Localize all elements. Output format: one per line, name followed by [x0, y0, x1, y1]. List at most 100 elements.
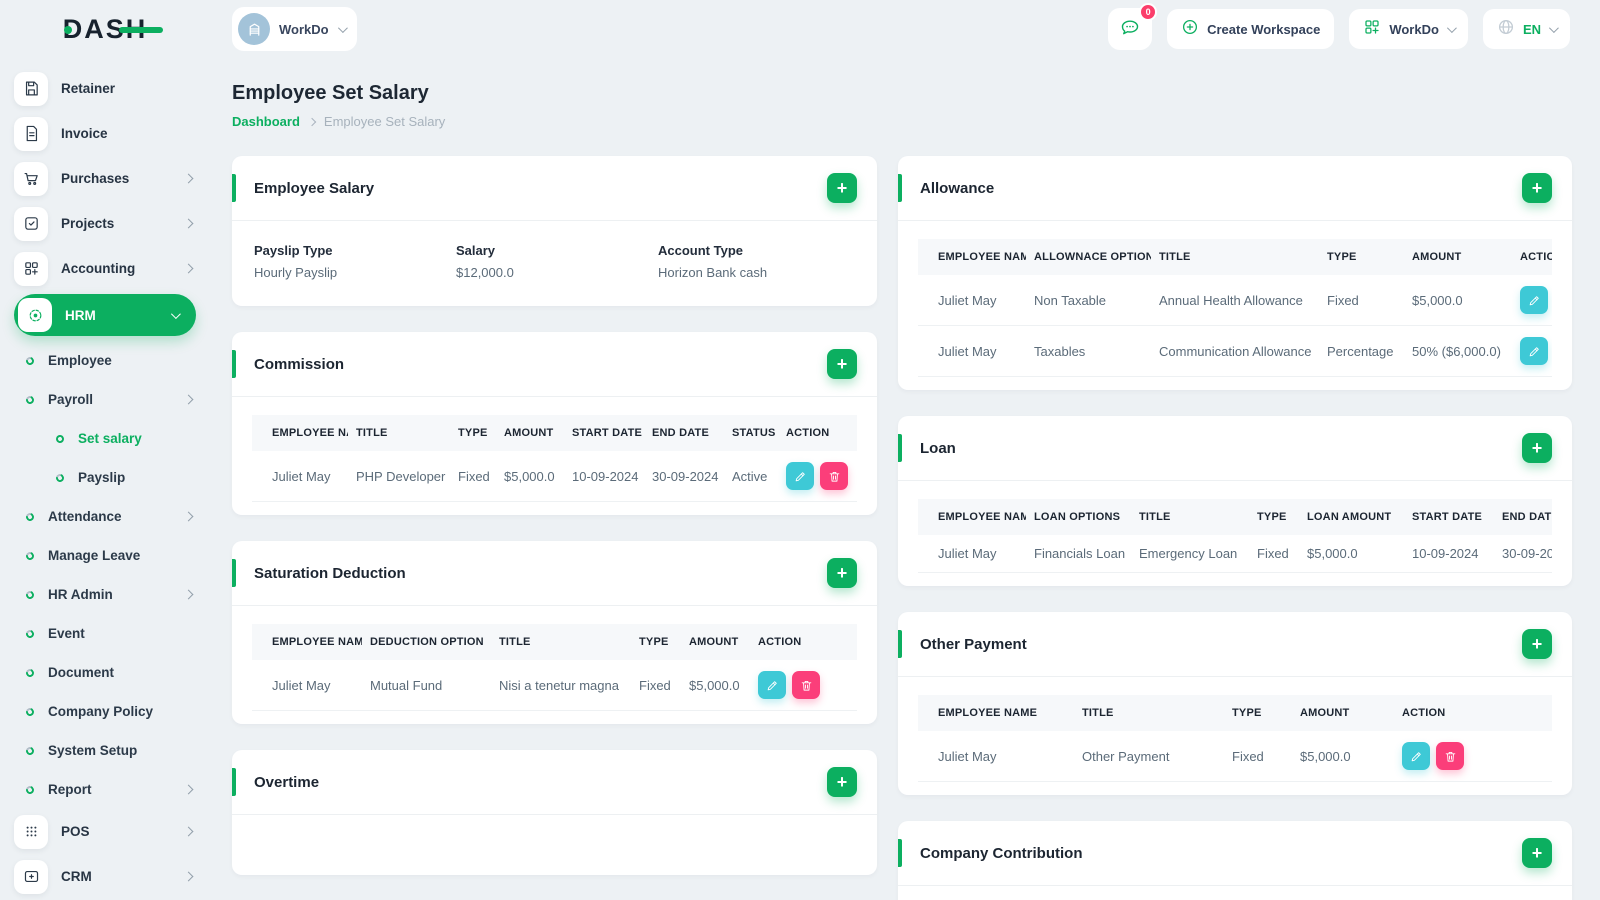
card-title: Other Payment	[920, 635, 1027, 653]
workspace-selector[interactable]: WorkDo	[232, 7, 357, 51]
globe-icon	[1497, 18, 1515, 41]
overtime-add-button[interactable]: +	[827, 767, 857, 797]
sidebar-item-payroll[interactable]: Payroll	[14, 380, 196, 419]
employee-salary-add-button[interactable]: +	[827, 173, 857, 203]
column-header-title: TITLE	[348, 415, 450, 451]
card-body	[232, 815, 877, 875]
create-workspace-button[interactable]: Create Workspace	[1167, 9, 1335, 49]
crm-icon	[14, 859, 48, 894]
sidebar-item-event[interactable]: Event	[14, 614, 196, 653]
column-header-end-date: END DATE	[644, 415, 724, 451]
sidebar-item-label: Employee	[48, 353, 112, 368]
sidebar-item-document[interactable]: Document	[14, 653, 196, 692]
table-row: Juliet May Mutual Fund Nisi a tenetur magn…	[252, 660, 857, 711]
chevron-down-icon	[337, 22, 348, 33]
workspace-switcher-button[interactable]: WorkDo	[1349, 9, 1468, 49]
delete-button[interactable]	[1436, 742, 1464, 770]
field-value: Hourly Payslip	[254, 265, 338, 280]
chevron-right-icon	[183, 784, 194, 795]
bullet-icon	[24, 745, 36, 756]
sidebar-item-retainer[interactable]: Retainer	[14, 66, 196, 111]
chevron-right-icon	[183, 173, 194, 184]
loan-add-button[interactable]: +	[1522, 433, 1552, 463]
sidebar-item-label: Attendance	[48, 509, 122, 524]
allowance-add-button[interactable]: +	[1522, 173, 1552, 203]
hrm-icon	[18, 298, 52, 332]
commission-add-button[interactable]: +	[827, 349, 857, 379]
column-header-type: TYPE	[1249, 499, 1299, 535]
chevron-down-icon	[170, 308, 181, 319]
edit-button[interactable]	[1520, 337, 1548, 365]
chevron-down-icon	[1446, 22, 1457, 33]
table-row: Juliet May Taxables Communication Allowanc…	[918, 325, 1552, 377]
chevron-down-icon	[1548, 22, 1559, 33]
table-cell: 30-09-2024	[1494, 535, 1552, 573]
sidebar-item-report[interactable]: Report	[14, 770, 196, 809]
bullet-icon	[24, 784, 36, 795]
column-header-status: STATUS	[724, 415, 778, 451]
table-cell: Non Taxable	[1026, 275, 1151, 326]
breadcrumb-dashboard-link[interactable]: Dashboard	[232, 114, 300, 129]
table-header-row: EMPLOYEE NAMETITLETYPEAMOUNTSTART DATEEN…	[252, 415, 857, 451]
breadcrumb-current: Employee Set Salary	[323, 114, 446, 129]
column-header-amount: AMOUNT	[1292, 695, 1394, 731]
language-selector[interactable]: EN	[1482, 9, 1570, 49]
sidebar-item-payslip[interactable]: Payslip	[14, 458, 196, 497]
page-head: Employee Set Salary Dashboard Employee S…	[232, 82, 1572, 129]
sidebar-item-hrm[interactable]: HRM	[14, 294, 196, 336]
delete-button[interactable]	[792, 671, 820, 699]
delete-button[interactable]	[820, 462, 848, 490]
sidebar-item-system-setup[interactable]: System Setup	[14, 731, 196, 770]
column-header-type: TYPE	[450, 415, 496, 451]
field-value: $12,000.0	[456, 265, 514, 280]
other-payment-add-button[interactable]: +	[1522, 629, 1552, 659]
edit-button[interactable]	[1402, 742, 1430, 770]
sidebar-item-label: Event	[48, 626, 85, 641]
column-header-type: TYPE	[631, 624, 681, 660]
bullet-icon	[54, 472, 66, 483]
card-title: Commission	[254, 355, 345, 373]
topbar-actions: 0 Create Workspace WorkDo EN	[1108, 3, 1570, 50]
card-title: Overtime	[254, 773, 320, 791]
column-header-allownace-option: ALLOWNACE OPTION	[1026, 239, 1151, 275]
column-header-amount: AMOUNT	[496, 415, 564, 451]
sidebar-item-set-salary[interactable]: Set salary	[14, 419, 196, 458]
sidebar-item-purchases[interactable]: Purchases	[14, 156, 196, 201]
sidebar-item-company-policy[interactable]: Company Policy	[14, 692, 196, 731]
edit-button[interactable]	[1520, 286, 1548, 314]
bullet-icon	[24, 550, 36, 561]
sidebar-item-label: Company Policy	[48, 704, 154, 719]
card-title: Saturation Deduction	[254, 564, 406, 582]
column-header-deduction-option: DEDUCTION OPTION	[362, 624, 491, 660]
action-cell	[1512, 325, 1552, 377]
card-title: Loan	[920, 439, 956, 457]
edit-button[interactable]	[786, 462, 814, 490]
messages-button[interactable]: 0	[1108, 3, 1158, 50]
column-header-employee-name: EMPLOYEE NAME	[918, 695, 1074, 731]
sidebar-item-label: HRM	[65, 307, 96, 323]
card-header: Company Contribution +	[898, 821, 1572, 886]
saturation-deduction-add-button[interactable]: +	[827, 558, 857, 588]
card-saturation-deduction: Saturation Deduction + EMPLOYEE NAME DEDUCT…	[232, 541, 877, 724]
dash-logo[interactable]: DASH	[63, 14, 164, 45]
card-header: Other Payment +	[898, 612, 1572, 677]
sidebar-item-hr-admin[interactable]: HR Admin	[14, 575, 196, 614]
right-column: Allowance+EMPLOYEE NAMEALLOWNACE OPTIONT…	[898, 156, 1572, 900]
company-contribution-add-button[interactable]: +	[1522, 838, 1552, 868]
sidebar-item-crm[interactable]: CRM	[14, 854, 196, 899]
table-cell: Fixed	[631, 660, 681, 711]
card-overtime: Overtime +	[232, 750, 877, 875]
detail-field-payslip-type: Payslip Type Hourly Payslip	[254, 243, 456, 280]
sidebar-item-projects[interactable]: Projects	[14, 201, 196, 246]
sidebar-item-label: CRM	[61, 869, 92, 884]
sidebar-item-accounting[interactable]: Accounting	[14, 246, 196, 291]
edit-button[interactable]	[758, 671, 786, 699]
sidebar-item-pos[interactable]: POS	[14, 809, 196, 854]
sidebar-item-invoice[interactable]: Invoice	[14, 111, 196, 156]
sidebar-item-attendance[interactable]: Attendance	[14, 497, 196, 536]
sidebar-item-manage-leave[interactable]: Manage Leave	[14, 536, 196, 575]
table-row: Juliet May PHP Developer Fixed $5,000.0 10-0…	[252, 451, 857, 502]
sidebar-item-employee[interactable]: Employee	[14, 341, 196, 380]
card-commission: Commission + EMPLOYEE NAMETITLETYPEAMOUNTS…	[232, 332, 877, 515]
plus-circle-icon	[1181, 18, 1199, 41]
